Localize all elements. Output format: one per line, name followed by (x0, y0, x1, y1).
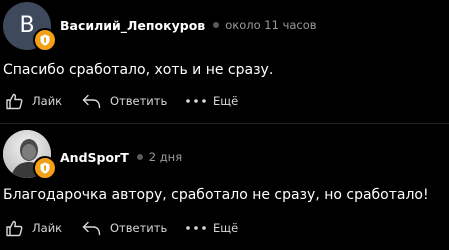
like-button[interactable]: Лайк (6, 220, 82, 237)
reply-button[interactable]: Ответить (82, 94, 185, 109)
comment-header: AndSporT 2 дня (60, 147, 182, 167)
badge-icon (33, 28, 57, 52)
reply-icon (82, 221, 101, 236)
author-name[interactable]: AndSporT (60, 150, 129, 165)
more-icon (185, 98, 207, 104)
more-button[interactable]: Ещё (185, 94, 238, 108)
like-label: Лайк (32, 221, 63, 235)
comment-item: B Василий_Лепокуров около 11 часов Спаси… (0, 0, 449, 123)
comment-item: AndSporT 2 дня Благодарочка автору, сраб… (0, 123, 449, 250)
avatar[interactable] (3, 130, 57, 180)
more-label: Ещё (213, 221, 239, 235)
more-label: Ещё (213, 94, 239, 108)
more-icon (185, 225, 207, 231)
comment-text: Благодарочка автору, сработало не сразу,… (3, 187, 429, 203)
avatar[interactable]: B (3, 2, 57, 52)
author-name[interactable]: Василий_Лепокуров (60, 18, 205, 33)
more-button[interactable]: Ещё (185, 221, 238, 235)
comment-text: Спасибо сработало, хоть и не сразу. (3, 62, 274, 78)
comment-actions: Лайк Ответить Ещё (6, 91, 238, 111)
timestamp[interactable]: около 11 часов (225, 18, 316, 32)
reply-label: Ответить (110, 94, 168, 108)
reply-button[interactable]: Ответить (82, 221, 185, 236)
like-icon (6, 93, 23, 110)
timestamp[interactable]: 2 дня (149, 150, 182, 164)
separator-dot (213, 22, 220, 28)
reply-icon (82, 94, 101, 109)
badge-icon (33, 156, 57, 180)
like-icon (6, 220, 23, 237)
comment-header: Василий_Лепокуров около 11 часов (60, 15, 317, 35)
like-button[interactable]: Лайк (6, 93, 82, 110)
like-label: Лайк (32, 94, 63, 108)
separator-dot (136, 154, 143, 160)
comment-actions: Лайк Ответить Ещё (6, 218, 238, 238)
reply-label: Ответить (110, 221, 168, 235)
